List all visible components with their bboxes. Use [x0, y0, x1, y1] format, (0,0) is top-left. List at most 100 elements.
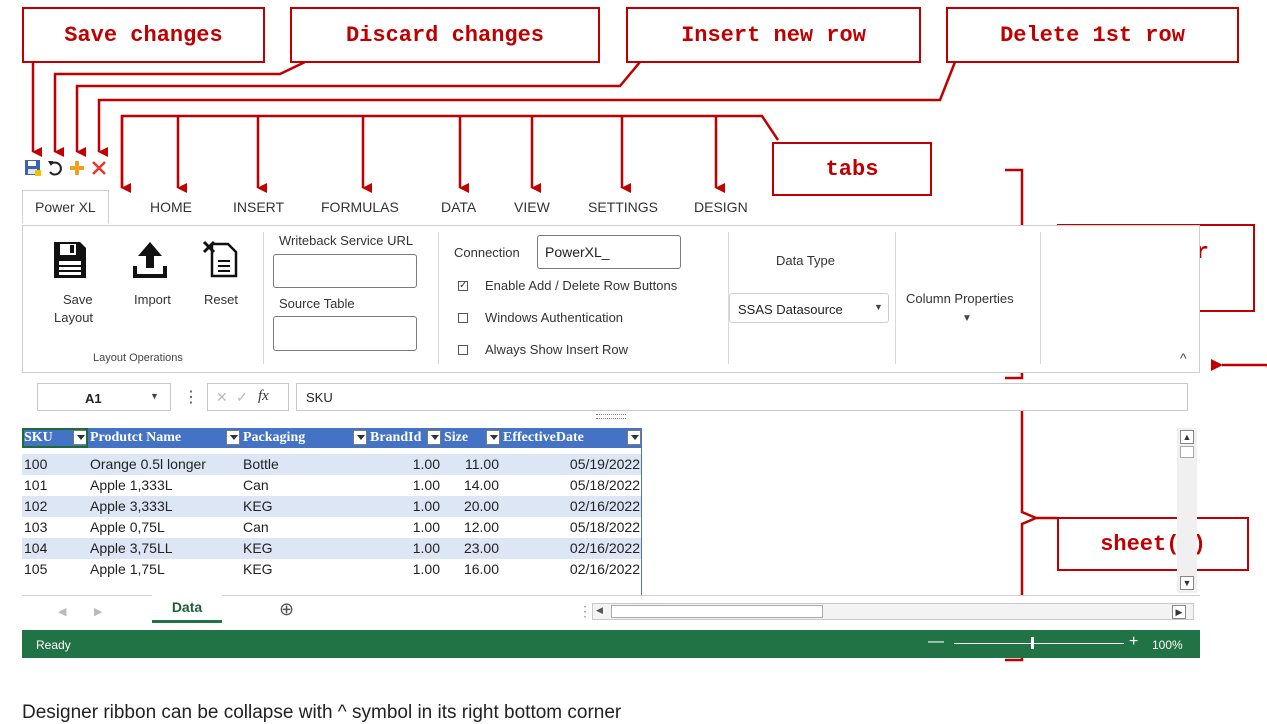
filter-dropdown-icon[interactable] — [427, 430, 441, 445]
cell-packaging[interactable]: KEG — [241, 538, 368, 559]
table-row[interactable]: 103 Apple 0,75L Can 1.00 12.00 05/18/202… — [22, 517, 642, 538]
tab-formulas[interactable]: FORMULAS — [317, 192, 403, 222]
column-properties-button[interactable]: Column Properties — [906, 291, 1014, 306]
cell-sku[interactable]: 103 — [22, 517, 88, 538]
cell-effective-date[interactable]: 02/16/2022 — [501, 496, 642, 517]
tab-power-xl[interactable]: Power XL — [22, 190, 109, 224]
name-box[interactable]: A1 ▼ — [37, 383, 171, 411]
cell-brandid[interactable]: 1.00 — [368, 496, 442, 517]
scroll-up-icon[interactable]: ▲ — [1180, 430, 1194, 444]
always-show-insert-checkbox[interactable] — [458, 345, 468, 355]
formula-input[interactable]: SKU — [296, 383, 1188, 411]
cell-brandid[interactable]: 1.00 — [368, 538, 442, 559]
zoom-out-icon[interactable]: — — [928, 633, 944, 651]
writeback-url-input[interactable] — [273, 254, 417, 288]
filter-dropdown-icon[interactable] — [226, 430, 240, 445]
cell-sku[interactable]: 105 — [22, 559, 88, 580]
cell-size[interactable]: 16.00 — [442, 559, 501, 580]
filter-dropdown-icon[interactable] — [486, 430, 500, 445]
table-row[interactable]: 101 Apple 1,333L Can 1.00 14.00 05/18/20… — [22, 475, 642, 496]
delete-icon[interactable] — [90, 159, 108, 177]
table-row[interactable]: 102 Apple 3,333L KEG 1.00 20.00 02/16/20… — [22, 496, 642, 517]
cell-size[interactable]: 20.00 — [442, 496, 501, 517]
cell-packaging[interactable]: Can — [241, 475, 368, 496]
cell-size[interactable]: 14.00 — [442, 475, 501, 496]
cell-packaging[interactable]: KEG — [241, 496, 368, 517]
scroll-thumb[interactable] — [1180, 446, 1194, 458]
cell-brandid[interactable]: 1.00 — [368, 559, 442, 580]
reset-button[interactable]: Reset — [204, 292, 238, 307]
save-icon[interactable] — [24, 159, 42, 177]
zoom-in-icon[interactable]: + — [1129, 633, 1138, 651]
cancel-icon[interactable]: ✕ — [216, 389, 228, 406]
prev-sheet-icon[interactable]: ◀ — [58, 605, 66, 618]
tab-insert[interactable]: INSERT — [229, 192, 288, 222]
save-layout-button[interactable]: Save — [63, 292, 93, 307]
scroll-right-icon[interactable]: ▶ — [1172, 605, 1186, 619]
split-handle-icon[interactable]: ⋮ — [578, 603, 592, 620]
horizontal-scrollbar[interactable]: ◀ — [592, 603, 1194, 620]
column-header-packaging[interactable]: Packaging — [241, 428, 368, 448]
connection-input[interactable]: PowerXL_ — [537, 235, 681, 269]
import-button[interactable]: Import — [134, 292, 171, 307]
cell-sku[interactable]: 101 — [22, 475, 88, 496]
cell-product-name[interactable]: Apple 3,75LL — [88, 538, 241, 559]
scroll-down-icon[interactable]: ▼ — [1180, 576, 1194, 590]
undo-icon[interactable] — [46, 159, 64, 177]
tab-design[interactable]: DESIGN — [690, 192, 752, 222]
enable-add-delete-checkbox[interactable]: ✓ — [458, 281, 468, 291]
column-header-size[interactable]: Size — [442, 428, 501, 448]
scroll-thumb[interactable] — [611, 605, 823, 618]
cell-product-name[interactable]: Apple 3,333L — [88, 496, 241, 517]
function-icon[interactable]: fx — [258, 388, 269, 405]
cell-size[interactable]: 23.00 — [442, 538, 501, 559]
source-table-input[interactable] — [273, 316, 417, 351]
cell-packaging[interactable]: KEG — [241, 559, 368, 580]
cell-size[interactable]: 12.00 — [442, 517, 501, 538]
confirm-icon[interactable]: ✓ — [236, 389, 248, 406]
data-type-select[interactable]: SSAS Datasource ▼ — [729, 293, 889, 323]
splitter-handle[interactable] — [596, 414, 626, 419]
add-sheet-icon[interactable]: ⊕ — [279, 599, 294, 620]
tab-data[interactable]: DATA — [437, 192, 480, 222]
cell-brandid[interactable]: 1.00 — [368, 475, 442, 496]
cell-sku[interactable]: 102 — [22, 496, 88, 517]
filter-dropdown-icon[interactable] — [353, 430, 367, 445]
table-row[interactable]: 100 Orange 0.5l longer Bottle 1.00 11.00… — [22, 454, 642, 475]
sheet-tab-data[interactable]: Data — [152, 595, 222, 623]
tab-settings[interactable]: SETTINGS — [584, 192, 662, 222]
cell-effective-date[interactable]: 05/18/2022 — [501, 517, 642, 538]
column-header-effective-date[interactable]: EffectiveDate — [501, 428, 642, 448]
cell-size[interactable]: 11.00 — [442, 454, 501, 475]
table-row[interactable]: 105 Apple 1,75L KEG 1.00 16.00 02/16/202… — [22, 559, 642, 580]
cell-packaging[interactable]: Can — [241, 517, 368, 538]
collapse-ribbon-button[interactable]: ^ — [1180, 350, 1187, 366]
column-header-product-name[interactable]: Produtct Name — [88, 428, 241, 448]
more-options-icon[interactable]: ⋮ — [183, 387, 199, 407]
scroll-left-icon[interactable]: ◀ — [596, 605, 603, 616]
cell-sku[interactable]: 104 — [22, 538, 88, 559]
zoom-slider-thumb[interactable] — [1031, 637, 1034, 649]
windows-auth-checkbox[interactable] — [458, 313, 468, 323]
column-header-brandid[interactable]: BrandId — [368, 428, 442, 448]
cell-product-name[interactable]: Orange 0.5l longer — [88, 454, 241, 475]
vertical-scrollbar[interactable]: ▲ ▼ — [1177, 428, 1197, 593]
tab-home[interactable]: HOME — [146, 192, 196, 222]
cell-sku[interactable]: 100 — [22, 454, 88, 475]
cell-product-name[interactable]: Apple 1,75L — [88, 559, 241, 580]
cell-effective-date[interactable]: 02/16/2022 — [501, 559, 642, 580]
cell-brandid[interactable]: 1.00 — [368, 517, 442, 538]
table-row[interactable]: 104 Apple 3,75LL KEG 1.00 23.00 02/16/20… — [22, 538, 642, 559]
zoom-slider[interactable] — [954, 643, 1124, 644]
cell-effective-date[interactable]: 05/18/2022 — [501, 475, 642, 496]
filter-dropdown-icon[interactable] — [627, 430, 641, 445]
next-sheet-icon[interactable]: ▶ — [94, 605, 102, 618]
cell-packaging[interactable]: Bottle — [241, 454, 368, 475]
cell-product-name[interactable]: Apple 0,75L — [88, 517, 241, 538]
tab-view[interactable]: VIEW — [510, 192, 554, 222]
cell-effective-date[interactable]: 05/19/2022 — [501, 454, 642, 475]
cell-effective-date[interactable]: 02/16/2022 — [501, 538, 642, 559]
cell-product-name[interactable]: Apple 1,333L — [88, 475, 241, 496]
cell-brandid[interactable]: 1.00 — [368, 454, 442, 475]
add-icon[interactable] — [68, 159, 86, 177]
